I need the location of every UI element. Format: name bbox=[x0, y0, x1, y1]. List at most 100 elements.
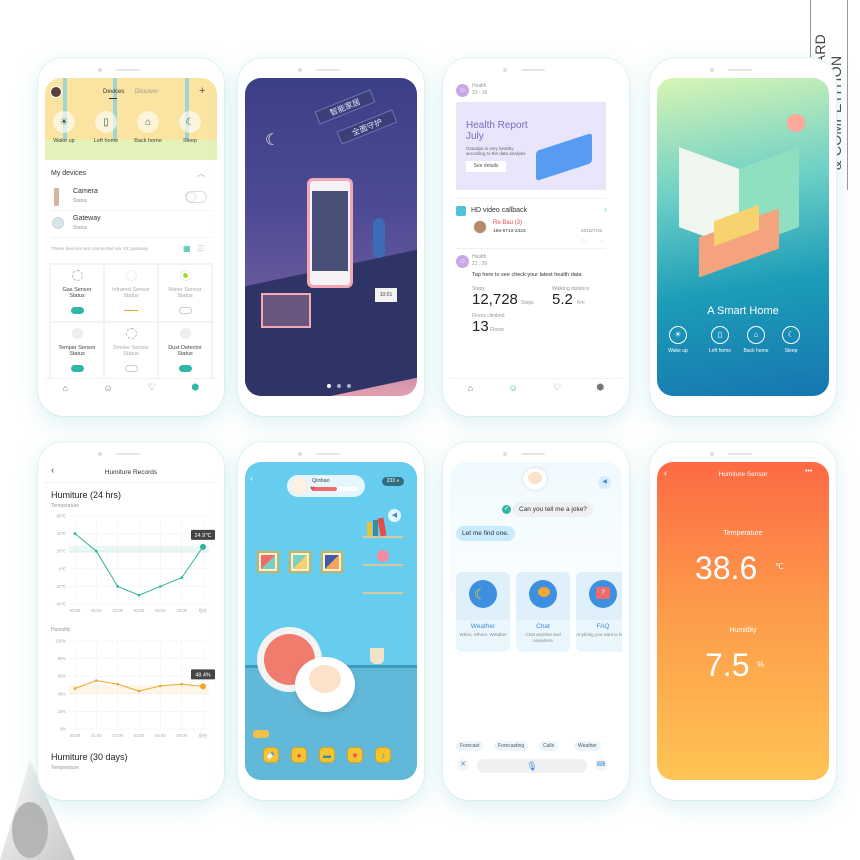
data-point[interactable] bbox=[180, 576, 183, 579]
camera-toggle[interactable] bbox=[185, 191, 207, 203]
sensor-gas[interactable]: Gas Sensor Status bbox=[51, 265, 103, 321]
sensor-temper[interactable]: Temper Sensor Status bbox=[51, 323, 103, 379]
card-faq[interactable]: ?FAQAnything you want to know bbox=[576, 572, 622, 652]
star-icon[interactable]: ★ bbox=[347, 747, 363, 763]
data-point[interactable] bbox=[116, 682, 119, 686]
data-point[interactable] bbox=[73, 532, 77, 535]
chip-calls[interactable]: Calls bbox=[539, 741, 559, 751]
data-point[interactable] bbox=[159, 684, 162, 688]
bottle-icon[interactable]: 🍼 bbox=[263, 747, 279, 763]
robot-icon[interactable]: ☺ bbox=[508, 383, 517, 393]
data-point[interactable] bbox=[200, 683, 206, 690]
back-icon[interactable]: ‹ bbox=[250, 473, 253, 483]
card-chat[interactable]: Chat Chat anytime and anywhere bbox=[516, 572, 570, 652]
microphone-icon[interactable]: ● bbox=[291, 747, 307, 763]
pager-dot-1[interactable] bbox=[327, 384, 331, 388]
sofa-icon[interactable]: ⌂ bbox=[747, 326, 765, 344]
door-icon[interactable]: ▯ bbox=[95, 111, 117, 133]
bell-icon[interactable]: ♪ bbox=[375, 747, 391, 763]
sensor-dust[interactable]: Dust Detector Status bbox=[159, 323, 211, 379]
sunrise-icon[interactable]: ☀ bbox=[669, 326, 687, 344]
y-tick-label: 0% bbox=[60, 727, 66, 732]
moon-icon[interactable]: ☾ bbox=[179, 111, 201, 133]
share-icon[interactable]: ⇔ bbox=[600, 238, 605, 244]
scene-back-home[interactable]: Back home bbox=[128, 138, 168, 144]
device-row-gateway[interactable]: Gateway Status bbox=[51, 211, 211, 238]
data-point[interactable] bbox=[95, 679, 98, 682]
pager-dot-3[interactable] bbox=[347, 384, 351, 388]
y-tick-label: 0℃ bbox=[59, 566, 66, 571]
pet-status-pill[interactable]: Qinbao ♥ bbox=[287, 475, 365, 497]
data-point[interactable] bbox=[116, 585, 119, 588]
message-icon[interactable]: ▭ bbox=[581, 238, 586, 244]
scene-back-home[interactable]: Back home bbox=[741, 348, 771, 354]
data-point[interactable] bbox=[200, 543, 206, 550]
add-icon[interactable]: + bbox=[199, 85, 205, 97]
chip-forecast[interactable]: Forecast bbox=[456, 741, 484, 751]
dust-toggle[interactable] bbox=[179, 365, 192, 372]
scene-sleep[interactable]: Sleep bbox=[170, 138, 210, 144]
health-report-banner[interactable]: Health Report July Grandpa is very healt… bbox=[456, 102, 606, 190]
chevron-up-icon[interactable]: ︿ bbox=[197, 168, 205, 179]
smoke-toggle[interactable] bbox=[125, 365, 138, 372]
cube-icon[interactable]: ⬢ bbox=[191, 382, 199, 393]
scene-sleep[interactable]: Sleep bbox=[776, 348, 806, 354]
moon-icon[interactable]: ☾ bbox=[782, 326, 800, 344]
heart-icon[interactable]: ♡ bbox=[148, 382, 156, 393]
sensor-water[interactable]: Water Sensor Status bbox=[159, 265, 211, 321]
heart-icon[interactable]: ♡ bbox=[553, 382, 561, 393]
temper-toggle[interactable] bbox=[71, 365, 84, 372]
robot-icon[interactable]: ☺ bbox=[103, 383, 112, 393]
humidity-label: Humidity bbox=[729, 627, 757, 634]
data-point[interactable] bbox=[159, 585, 162, 588]
walking-distance-value: 5.2 bbox=[552, 291, 573, 308]
video-callback-title[interactable]: HD video callback bbox=[471, 207, 527, 214]
toy-giraffe[interactable] bbox=[253, 730, 269, 738]
sensor-infrared[interactable]: Infrared Sensor Status bbox=[105, 265, 157, 321]
data-point[interactable] bbox=[73, 687, 77, 690]
pager-dot-2[interactable] bbox=[337, 384, 341, 388]
scene-wake-up[interactable]: Wake up bbox=[663, 348, 693, 354]
card-weather[interactable]: ☾ Weather When, Where, Weather bbox=[456, 572, 510, 652]
door-icon[interactable]: ▯ bbox=[711, 326, 729, 344]
chevron-right-icon[interactable]: › bbox=[604, 205, 607, 214]
user-message: Can you tell me a joke? bbox=[513, 502, 593, 517]
my-devices-title: My devices bbox=[51, 170, 87, 177]
scene-left-home[interactable]: Left home bbox=[86, 138, 126, 144]
plant-illustration bbox=[373, 218, 385, 258]
list-view-icon[interactable]: ☰ bbox=[197, 244, 204, 253]
burger-icon[interactable]: ▬ bbox=[319, 747, 335, 763]
keyboard-icon[interactable]: ⌨ bbox=[595, 759, 607, 771]
chip-forecasting[interactable]: Forecasting bbox=[494, 741, 529, 751]
data-point[interactable] bbox=[137, 593, 141, 597]
user-avatar[interactable] bbox=[50, 86, 62, 98]
gas-toggle[interactable] bbox=[71, 307, 84, 314]
alarm-clock[interactable] bbox=[377, 550, 389, 562]
health-prompt[interactable]: Tap here to see check your latest health… bbox=[472, 272, 581, 278]
more-icon[interactable]: ••• bbox=[805, 468, 812, 475]
sunrise-icon[interactable]: ☀ bbox=[53, 111, 75, 133]
close-icon[interactable]: ✕ bbox=[457, 759, 469, 771]
home-icon[interactable]: ⌂ bbox=[63, 383, 68, 393]
crib-illustration bbox=[261, 293, 311, 328]
home-icon[interactable]: ⌂ bbox=[468, 383, 473, 393]
water-toggle[interactable] bbox=[179, 307, 192, 314]
speaker-icon[interactable]: ◀ bbox=[598, 476, 611, 489]
speaker-icon[interactable]: ◀ bbox=[388, 509, 401, 522]
device-row-camera[interactable]: Camera Status bbox=[51, 184, 211, 211]
scene-left-home[interactable]: Left home bbox=[705, 348, 735, 354]
sensor-smoke[interactable]: Smoke Sensor Status bbox=[105, 323, 157, 379]
robot-pet[interactable] bbox=[295, 657, 355, 712]
tab-discover[interactable]: Discover bbox=[135, 89, 158, 95]
data-point[interactable] bbox=[137, 689, 141, 693]
sofa-icon[interactable]: ⌂ bbox=[137, 111, 159, 133]
see-details-button[interactable]: See details bbox=[466, 161, 506, 172]
cube-icon[interactable]: ⬢ bbox=[596, 382, 604, 393]
tab-devices[interactable]: Devices bbox=[103, 89, 124, 95]
voice-input[interactable]: 🎙 bbox=[477, 759, 587, 773]
scene-wake-up[interactable]: Wake up bbox=[45, 138, 84, 144]
data-point[interactable] bbox=[95, 549, 98, 553]
grid-view-icon[interactable]: ▦ bbox=[183, 244, 191, 253]
data-point[interactable] bbox=[180, 682, 183, 686]
chip-weather[interactable]: Weather bbox=[574, 741, 601, 751]
